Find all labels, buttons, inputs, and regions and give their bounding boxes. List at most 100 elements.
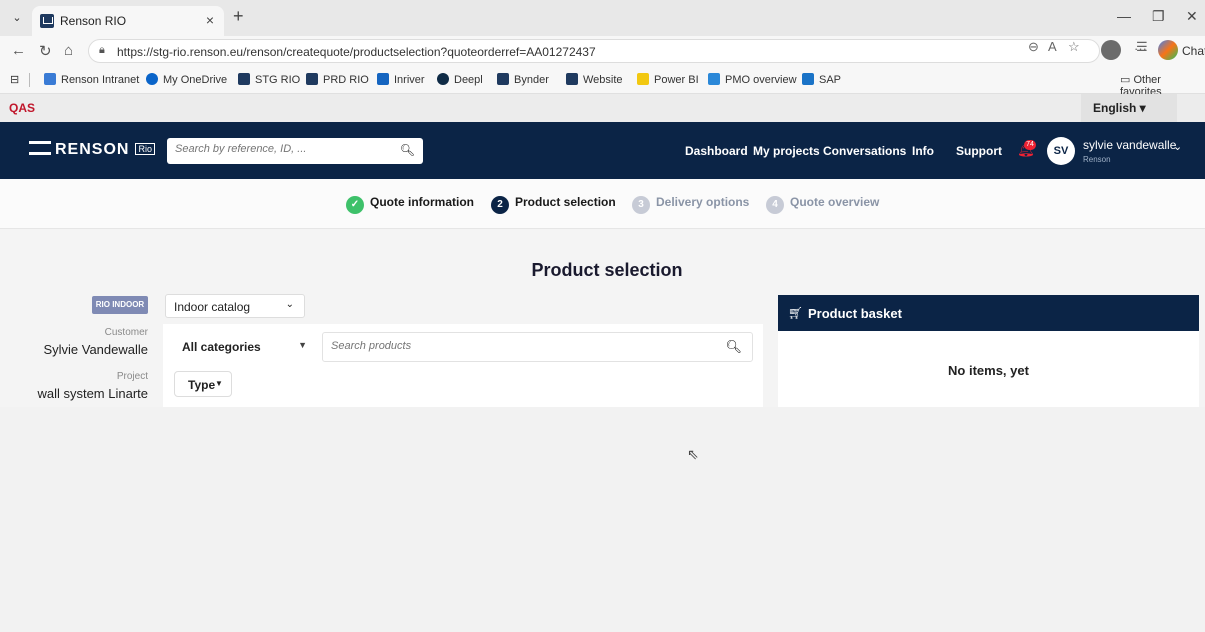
environment-label: QAS: [9, 101, 36, 115]
app-header: RENSONRio 🔍︎ Dashboard My projects Conve…: [0, 122, 1205, 179]
more-icon[interactable]: ···: [1134, 41, 1147, 56]
renson-icon: [497, 73, 509, 85]
new-tab-icon[interactable]: +: [233, 6, 244, 27]
step-product-selection[interactable]: 2 Product selection: [491, 195, 616, 214]
nav-conversations[interactable]: Conversations: [823, 144, 906, 158]
chevron-down-icon[interactable]: ⌄: [1173, 140, 1182, 153]
customer-label: Customer: [104, 327, 148, 338]
favorite-item[interactable]: Website: [566, 73, 623, 86]
reading-view-icon[interactable]: ⊟: [10, 73, 19, 86]
intranet-icon: [44, 73, 56, 85]
close-window-icon[interactable]: ✕: [1186, 8, 1198, 25]
project-value: wall system Linarte: [37, 386, 148, 401]
basket-empty-message: No items, yet: [948, 363, 1029, 378]
folder-icon: ▭: [1120, 74, 1134, 86]
basket-title: Product basket: [808, 306, 902, 321]
renson-icon: [306, 73, 318, 85]
deepl-icon: [437, 73, 449, 85]
search-icon[interactable]: 🔍︎: [400, 143, 415, 157]
notification-count-badge: 74: [1024, 140, 1036, 150]
copilot-icon[interactable]: [1158, 40, 1178, 60]
tab-actions-icon[interactable]: ⌄: [8, 9, 26, 27]
caret-down-icon[interactable]: ▼: [215, 379, 223, 388]
favorite-star-icon[interactable]: ☆: [1068, 39, 1080, 55]
customer-value: Sylvie Vandewalle: [43, 342, 148, 357]
back-icon[interactable]: ←: [11, 42, 26, 59]
category-select[interactable]: All categories ▼: [173, 333, 313, 361]
renson-logo[interactable]: RENSON Rio: [29, 141, 155, 159]
rio-indoor-badge: RIO INDOOR: [92, 296, 148, 314]
product-search-input[interactable]: [331, 340, 711, 352]
product-search[interactable]: 🔍︎: [322, 332, 753, 362]
page-title: Product selection: [531, 260, 683, 280]
url-text[interactable]: https://stg-rio.renson.eu/renson/createq…: [117, 45, 596, 59]
renson-logo-icon: [29, 141, 51, 155]
favorite-item[interactable]: Inriver: [377, 73, 425, 86]
step-number: 2: [491, 196, 509, 214]
favorite-item[interactable]: My OneDrive: [146, 73, 227, 86]
type-filter-label[interactable]: Type: [188, 378, 215, 392]
renson-icon: [238, 73, 250, 85]
favorite-item[interactable]: Bynder: [497, 73, 549, 86]
favorite-item[interactable]: Renson Intranet: [44, 73, 139, 86]
language-selector[interactable]: English ▾: [1081, 94, 1177, 122]
project-label: Project: [116, 371, 148, 382]
nav-dashboard[interactable]: Dashboard: [685, 144, 748, 158]
favorite-item[interactable]: SAP: [802, 73, 841, 86]
nav-info[interactable]: Info: [912, 144, 934, 158]
favorite-item[interactable]: PRD RIO: [306, 73, 369, 86]
global-search-input[interactable]: [175, 143, 395, 155]
powerbi-icon: [637, 73, 649, 85]
step-quote-overview[interactable]: 4 Quote overview: [766, 195, 879, 214]
product-filter-panel: All categories ▼ 🔍︎ Type ▼: [163, 324, 763, 407]
zoom-icon[interactable]: ⊖: [1028, 39, 1039, 55]
pmo-icon: [708, 73, 720, 85]
lock-icon[interactable]: 🔒︎: [99, 44, 105, 57]
minimize-icon[interactable]: —: [1117, 8, 1131, 24]
catalog-select[interactable]: Indoor catalog ⌄: [165, 294, 305, 318]
page-background: [0, 407, 1205, 632]
nav-my-projects[interactable]: My projects: [753, 144, 820, 158]
catalog-select-value[interactable]: Indoor catalog: [174, 300, 250, 314]
maximize-icon[interactable]: ❐: [1152, 8, 1165, 25]
read-aloud-icon[interactable]: A: [1048, 39, 1057, 54]
nav-support[interactable]: Support: [956, 144, 1002, 158]
browser-tab-strip: ⌄ Renson RIO × + — ❐ ✕: [0, 0, 1205, 36]
address-bar-row: ← ↻ ⌂ 🔒︎ https://stg-rio.renson.eu/renso…: [0, 36, 1205, 66]
global-search[interactable]: 🔍︎: [167, 138, 423, 164]
favorite-item[interactable]: Deepl: [437, 73, 483, 86]
browser-profile-avatar[interactable]: [1101, 40, 1121, 60]
step-delivery-options[interactable]: 3 Delivery options: [632, 195, 749, 214]
inriver-icon: [377, 73, 389, 85]
chevron-down-icon[interactable]: ⌄: [286, 299, 294, 310]
language-label[interactable]: English ▾: [1093, 101, 1146, 115]
refresh-icon[interactable]: ↻: [39, 42, 52, 60]
favorite-item[interactable]: STG RIO: [238, 73, 300, 86]
step-number: 4: [766, 196, 784, 214]
user-name[interactable]: sylvie vandewalle: [1083, 138, 1176, 152]
category-select-value[interactable]: All categories: [182, 340, 261, 354]
browser-tab[interactable]: Renson RIO ×: [32, 6, 224, 36]
tab-title: Renson RIO: [60, 14, 127, 28]
favorites-bar: ⊟ Renson Intranet My OneDrive STG RIO PR…: [0, 66, 1205, 98]
home-icon[interactable]: ⌂: [64, 42, 73, 59]
tab-close-icon[interactable]: ×: [206, 12, 214, 28]
product-basket: 🛒︎ Product basket No items, yet: [778, 295, 1199, 407]
onedrive-icon: [146, 73, 158, 85]
search-icon[interactable]: 🔍︎: [725, 339, 742, 355]
type-filter-button[interactable]: Type ▼: [174, 371, 232, 397]
step-number: 3: [632, 196, 650, 214]
cart-icon: 🛒︎: [788, 306, 804, 320]
step-quote-information[interactable]: ✓ Quote information: [346, 195, 474, 214]
sap-icon: [802, 73, 814, 85]
quote-stepper: ✓ Quote information 2 Product selection 3D…: [0, 179, 1205, 229]
check-icon: ✓: [346, 196, 364, 214]
user-organization: Renson: [1083, 155, 1111, 164]
chat-label[interactable]: Chat: [1182, 44, 1205, 58]
caret-down-icon[interactable]: ▼: [298, 340, 307, 350]
renson-favicon-icon: [40, 14, 54, 28]
favorite-item[interactable]: Power BI: [637, 73, 699, 86]
user-avatar[interactable]: SV: [1047, 137, 1075, 165]
url-field[interactable]: 🔒︎ https://stg-rio.renson.eu/renson/crea…: [88, 39, 1100, 63]
favorite-item[interactable]: PMO overview: [708, 73, 797, 86]
